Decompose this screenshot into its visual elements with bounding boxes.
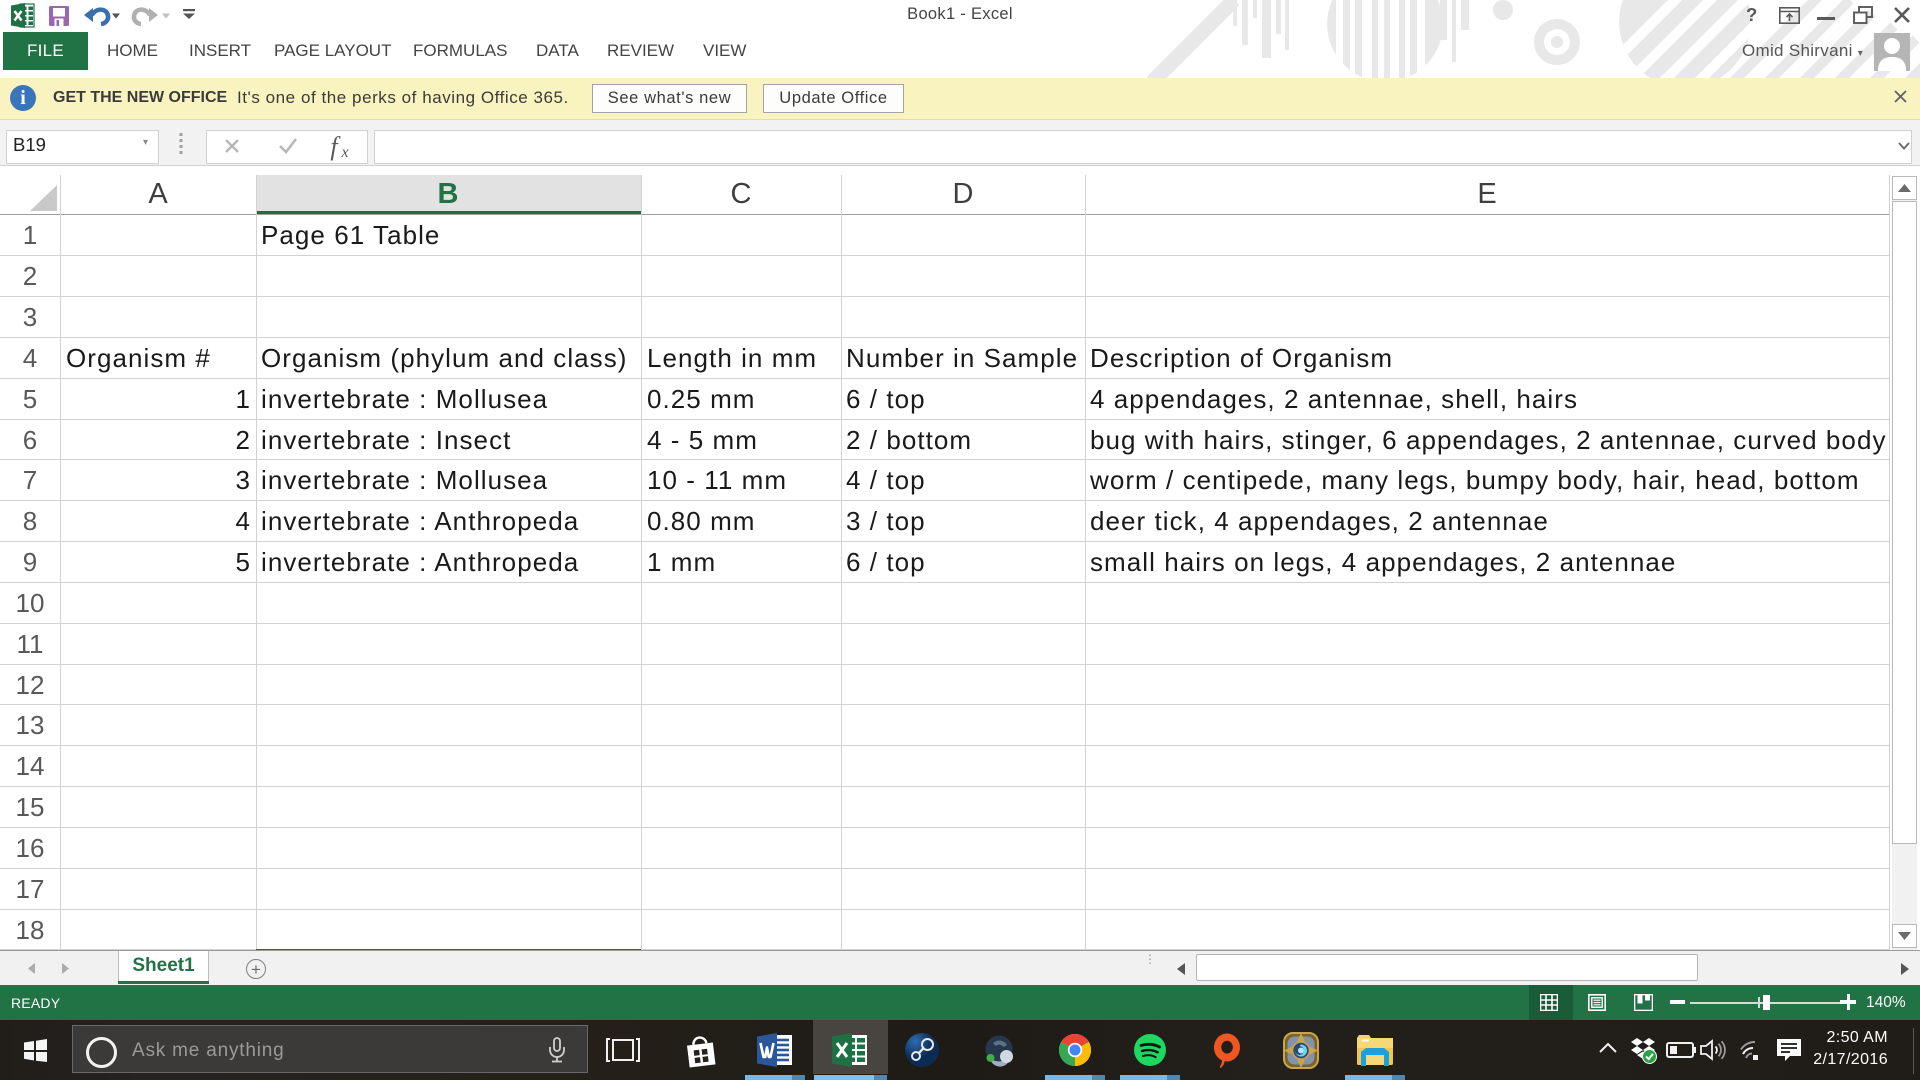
- svg-text:f: f: [330, 132, 341, 161]
- svg-text:x: x: [340, 144, 348, 161]
